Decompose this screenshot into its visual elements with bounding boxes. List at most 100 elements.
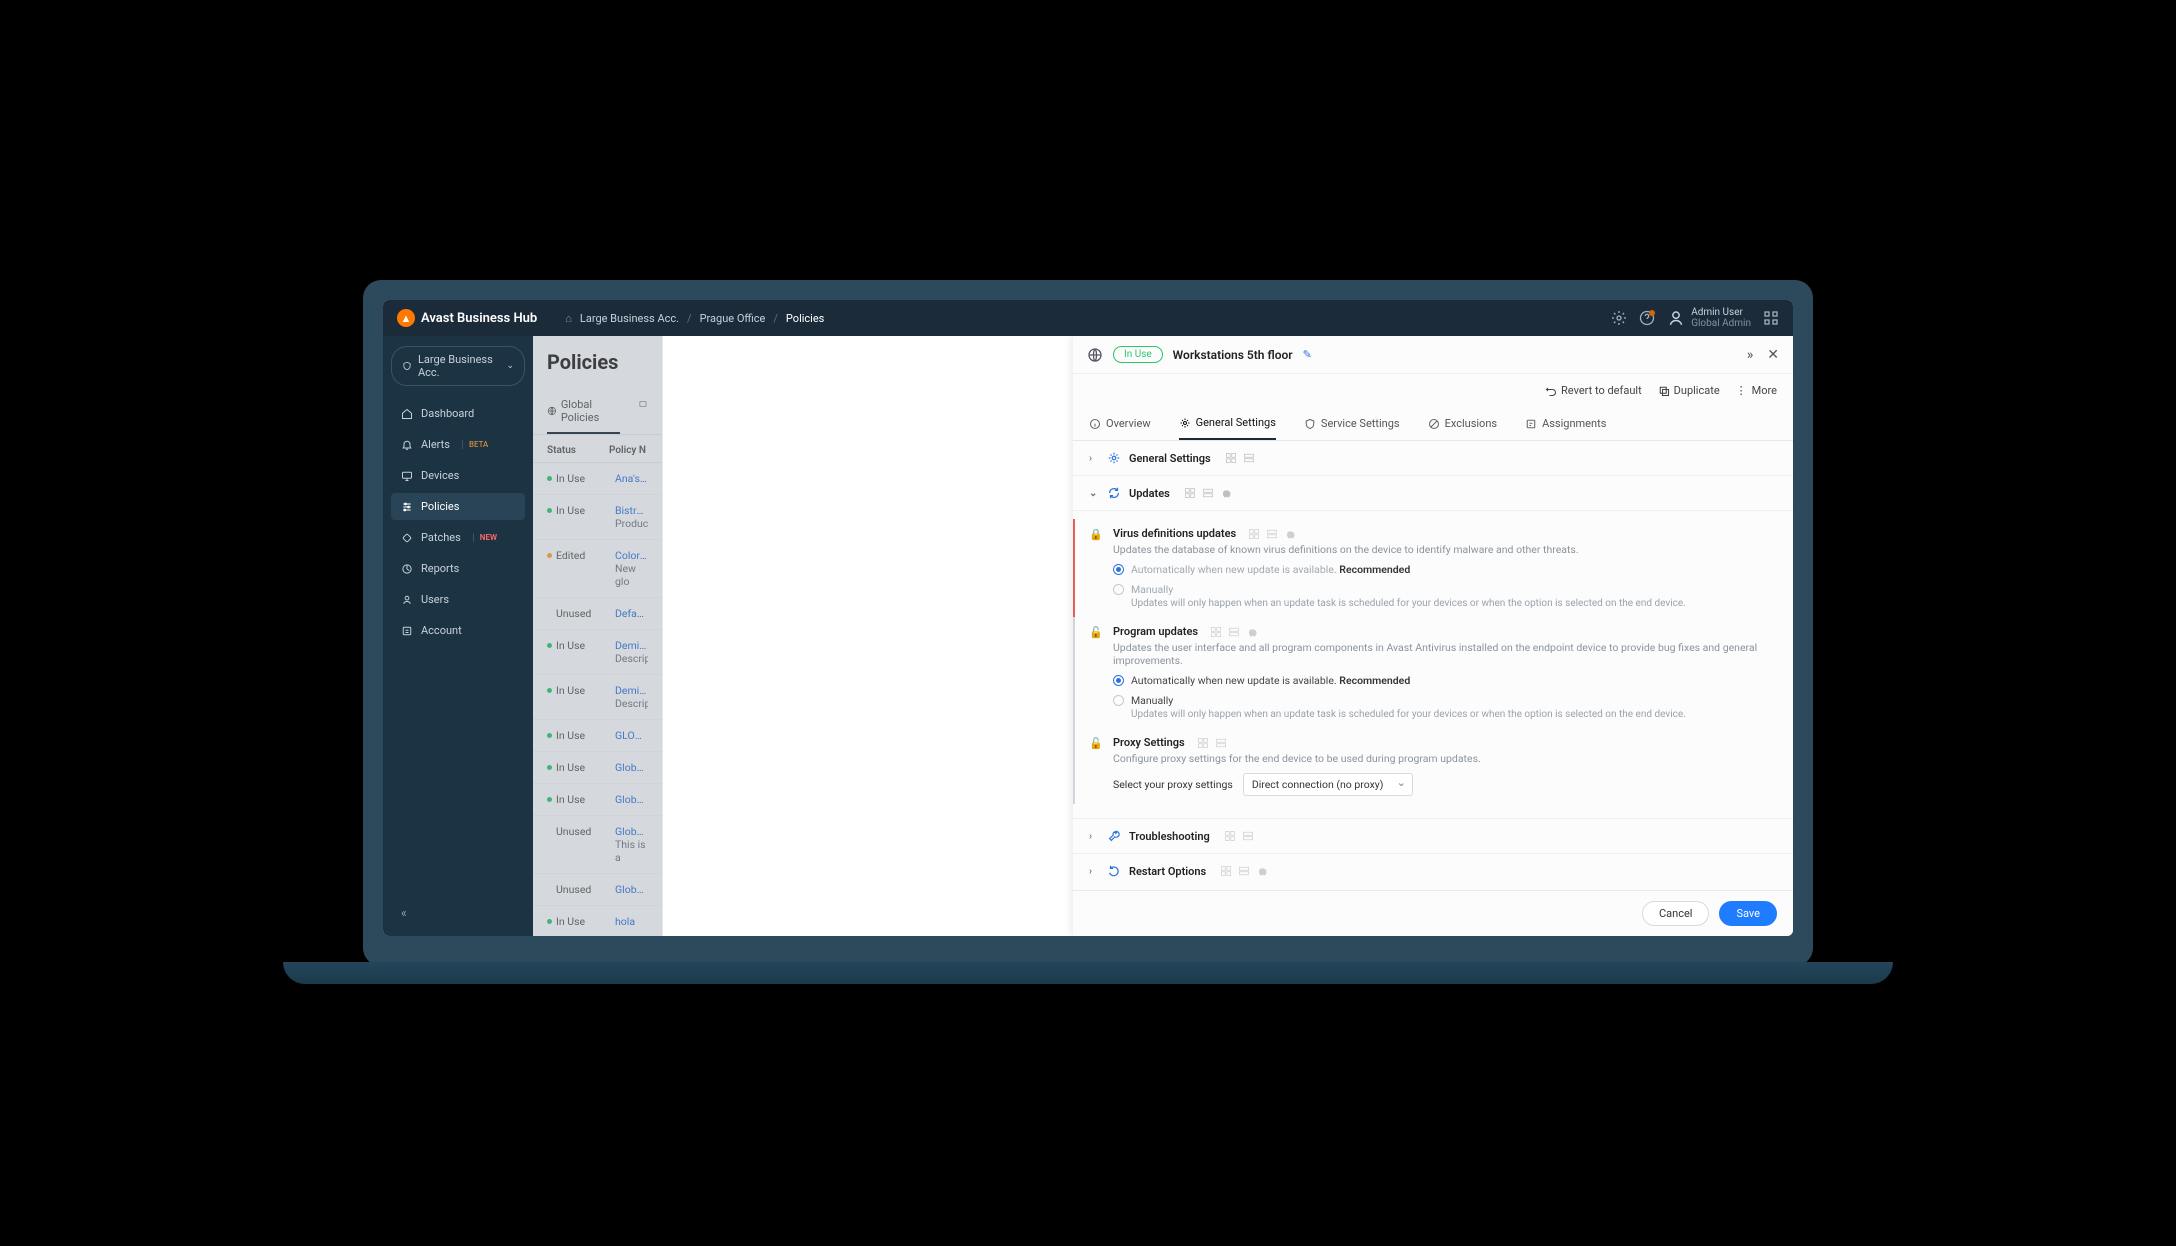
panel-title: Workstations 5th floor <box>1173 348 1293 362</box>
modal-backdrop <box>533 336 662 936</box>
sidebar-item-label: Policies <box>421 500 459 513</box>
radio-manual[interactable]: Manually <box>1113 583 1777 596</box>
server-icon <box>1238 865 1250 877</box>
apps-icon[interactable] <box>1763 310 1779 326</box>
breadcrumb-mid[interactable]: Prague Office <box>700 312 766 325</box>
proxy-select[interactable]: Direct connection (no proxy) <box>1243 773 1413 796</box>
sidebar-item-alerts[interactable]: Alerts BETA <box>391 431 525 458</box>
gear-icon <box>1179 417 1191 429</box>
home-icon[interactable]: ⌂ <box>565 312 572 325</box>
sidebar-collapse[interactable]: « <box>391 900 525 926</box>
section-general-settings[interactable]: › General Settings <box>1073 441 1793 476</box>
breadcrumb-leaf: Policies <box>786 312 824 325</box>
lock-icon[interactable]: 🔒 <box>1089 527 1103 609</box>
revert-icon <box>1545 385 1557 397</box>
apple-icon <box>1284 528 1296 540</box>
apple-icon <box>1246 626 1258 638</box>
section-restart-options[interactable]: › Restart Options <box>1073 854 1793 888</box>
brand[interactable]: ▲ Avast Business Hub <box>397 309 537 327</box>
section-label: General Settings <box>1129 452 1211 465</box>
chevron-right-icon: › <box>1089 866 1099 877</box>
exclusion-icon <box>1428 418 1440 430</box>
tab-general-settings[interactable]: General Settings <box>1179 407 1276 440</box>
help-icon[interactable] <box>1639 310 1655 326</box>
radio-auto[interactable]: Automatically when new update is availab… <box>1113 563 1777 576</box>
user-menu[interactable]: Admin User Global Admin <box>1667 307 1751 329</box>
lock-icon[interactable]: 🔓 <box>1089 736 1103 796</box>
sidebar-item-patches[interactable]: Patches NEW <box>391 524 525 551</box>
shield-icon <box>402 360 412 372</box>
more-icon: ⋮ <box>1736 384 1748 397</box>
breadcrumb-root[interactable]: Large Business Acc. <box>580 312 679 325</box>
tab-exclusions[interactable]: Exclusions <box>1428 407 1497 440</box>
info-icon <box>1089 418 1101 430</box>
server-icon <box>1228 626 1240 638</box>
cancel-button[interactable]: Cancel <box>1642 901 1709 926</box>
program-updates-block: 🔓 Program updates <box>1073 617 1777 728</box>
sidebar-item-label: Patches <box>421 531 461 544</box>
sidebar-item-dashboard[interactable]: Dashboard <box>391 400 525 427</box>
radio-icon <box>1113 675 1124 686</box>
refresh-icon <box>1107 486 1121 500</box>
server-icon <box>1215 737 1227 749</box>
account-icon <box>401 625 413 637</box>
radio-manual[interactable]: Manually <box>1113 694 1777 707</box>
windows-icon <box>1225 452 1237 464</box>
user-name: Admin User <box>1691 307 1751 318</box>
windows-icon <box>1224 830 1236 842</box>
sidebar-item-reports[interactable]: Reports <box>391 555 525 582</box>
block-title: Program updates <box>1113 625 1198 638</box>
manual-sub: Updates will only happen when an update … <box>1131 709 1777 720</box>
close-panel-icon[interactable]: ✕ <box>1767 347 1779 363</box>
section-label: Updates <box>1129 487 1170 500</box>
more-label: More <box>1752 384 1777 397</box>
server-icon <box>1242 830 1254 842</box>
sidebar-item-label: Devices <box>421 469 459 482</box>
save-button[interactable]: Save <box>1719 901 1777 926</box>
windows-icon <box>1220 865 1232 877</box>
section-label: Restart Options <box>1129 865 1206 878</box>
sidebar-item-account[interactable]: Account <box>391 617 525 644</box>
duplicate-button[interactable]: Duplicate <box>1658 384 1720 397</box>
tab-assignments[interactable]: Assignments <box>1525 407 1606 440</box>
account-selector[interactable]: Large Business Acc. ⌄ <box>391 346 525 386</box>
section-label: Troubleshooting <box>1129 830 1210 843</box>
sidebar-item-devices[interactable]: Devices <box>391 462 525 489</box>
sidebar-item-label: Reports <box>421 562 459 575</box>
sidebar-item-policies[interactable]: Policies <box>391 493 525 520</box>
apple-icon <box>1220 487 1232 499</box>
new-badge: NEW <box>473 533 497 542</box>
lock-icon[interactable]: 🔓 <box>1089 625 1103 720</box>
sidebar-item-users[interactable]: Users <box>391 586 525 613</box>
duplicate-label: Duplicate <box>1674 384 1720 397</box>
block-title: Proxy Settings <box>1113 736 1185 749</box>
revert-button[interactable]: Revert to default <box>1545 384 1642 397</box>
tab-service-settings[interactable]: Service Settings <box>1304 407 1400 440</box>
tab-overview[interactable]: Overview <box>1089 407 1151 440</box>
more-button[interactable]: ⋮ More <box>1736 384 1777 397</box>
windows-icon <box>1197 737 1209 749</box>
windows-icon <box>1210 626 1222 638</box>
settings-icon[interactable] <box>1611 310 1627 326</box>
radio-auto[interactable]: Automatically when new update is availab… <box>1113 674 1777 687</box>
assignment-icon <box>1525 418 1537 430</box>
collapse-panel-icon[interactable]: » <box>1747 347 1754 363</box>
status-pill: In Use <box>1113 346 1163 363</box>
section-updates[interactable]: ⌄ Updates <box>1073 476 1793 511</box>
shield-small-icon <box>1304 418 1316 430</box>
monitor-icon <box>401 470 413 482</box>
radio-icon <box>1113 695 1124 706</box>
beta-badge: BETA <box>462 440 488 449</box>
chevron-down-icon: ⌄ <box>506 361 514 371</box>
chevron-right-icon: › <box>1089 453 1099 464</box>
section-troubleshooting[interactable]: › Troubleshooting <box>1073 819 1793 854</box>
windows-icon <box>1248 528 1260 540</box>
radio-icon <box>1113 584 1124 595</box>
gear-icon <box>1107 451 1121 465</box>
brand-logo-icon: ▲ <box>397 309 415 327</box>
edit-title-icon[interactable]: ✎ <box>1303 348 1312 361</box>
chevron-right-icon: › <box>1089 831 1099 842</box>
globe-icon <box>1087 347 1103 363</box>
apple-icon <box>1256 865 1268 877</box>
block-desc: Updates the user interface and all progr… <box>1113 641 1777 667</box>
